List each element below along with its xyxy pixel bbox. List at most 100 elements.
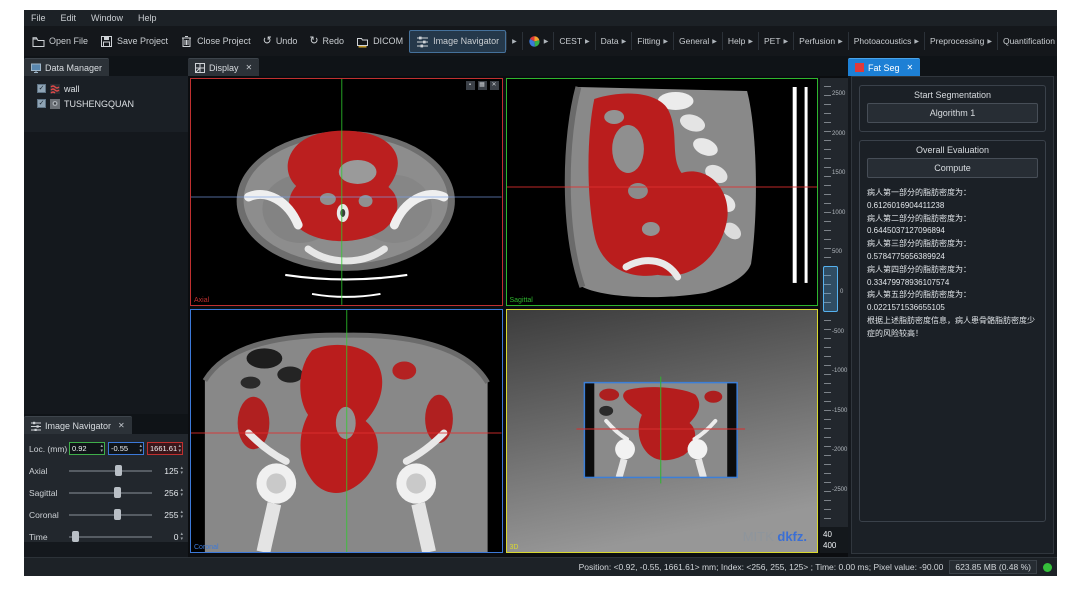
coronal-slider-value: 255 bbox=[156, 510, 178, 520]
scale-label: 2000 bbox=[832, 131, 845, 137]
visibility-checkbox[interactable]: ✓ bbox=[37, 84, 46, 93]
menu-edit[interactable]: Edit bbox=[61, 13, 77, 23]
image-navigator-body: Loc. (mm) 0.92 ▴▾ -0.55 ▴▾ 1661.61 ▴▾ bbox=[24, 434, 188, 542]
level-window-values: 40 400 bbox=[820, 527, 848, 553]
algorithm-1-button[interactable]: Algorithm 1 bbox=[867, 103, 1038, 123]
dicom-button[interactable]: DICOM bbox=[350, 31, 409, 52]
close-project-icon bbox=[180, 35, 193, 48]
menu-data[interactable]: Data▶ bbox=[595, 32, 632, 50]
tree-item-label: TUSHENGQUAN bbox=[64, 99, 134, 109]
compute-button[interactable]: Compute bbox=[867, 158, 1038, 178]
menu-file[interactable]: File bbox=[31, 13, 46, 23]
statusbar: Position: <0.92, -0.55, 1661.61> mm; Ind… bbox=[24, 557, 1057, 576]
loc-x-spinbox[interactable]: 0.92 ▴▾ bbox=[69, 442, 105, 455]
visibility-checkbox[interactable]: ✓ bbox=[37, 99, 46, 108]
redo-button[interactable]: ↻ Redo bbox=[303, 31, 350, 52]
close-project-button[interactable]: Close Project bbox=[174, 31, 257, 52]
sagittal-slider[interactable] bbox=[69, 486, 152, 499]
spinner-arrows[interactable]: ▴▾ bbox=[180, 510, 183, 520]
display-tab-label: Display bbox=[209, 63, 239, 73]
toolbar: Open File Save Project Close Project ↺ U… bbox=[24, 26, 1057, 56]
undo-button[interactable]: ↺ Undo bbox=[257, 31, 304, 52]
dicom-label: DICOM bbox=[373, 36, 403, 46]
spinner-arrows[interactable]: ▴▾ bbox=[180, 488, 183, 498]
close-project-label: Close Project bbox=[197, 36, 251, 46]
menu-perfusion[interactable]: Perfusion▶ bbox=[793, 32, 848, 50]
pin-icon[interactable]: ▪ bbox=[466, 81, 475, 90]
layout-menu-icon[interactable]: ▦ bbox=[478, 81, 487, 90]
result-line: 病人第一部分的脂肪密度为：0.6126016904411238 bbox=[867, 187, 1038, 213]
chevron-right-icon: ▶ bbox=[914, 38, 919, 45]
undo-icon: ↺ bbox=[263, 35, 272, 48]
menu-preprocessing[interactable]: Preprocessing▶ bbox=[924, 32, 997, 50]
image-navigator-tab-label: Image Navigator bbox=[45, 421, 111, 431]
menu-pet[interactable]: PET▶ bbox=[758, 32, 793, 50]
tab-fat-seg[interactable]: Fat Seg ✕ bbox=[848, 58, 920, 76]
axial-viewport[interactable]: ▪ ▦ ✕ Axial bbox=[190, 78, 503, 306]
level-window-handle[interactable] bbox=[823, 266, 838, 312]
time-slider[interactable] bbox=[69, 530, 152, 543]
scale-label: 2500 bbox=[832, 91, 845, 97]
data-manager-tree: ✓ wall ✓ TUSHENGQUAN bbox=[24, 76, 188, 132]
slider-handle[interactable] bbox=[115, 465, 122, 476]
close-icon[interactable]: ✕ bbox=[246, 63, 253, 72]
slider-handle[interactable] bbox=[114, 487, 121, 498]
open-file-button[interactable]: Open File bbox=[26, 31, 94, 52]
level-window-slider[interactable]: 2500 2000 1500 1000 500 0 -500 -1000 -15… bbox=[820, 78, 848, 553]
chevron-right-icon: ▶ bbox=[622, 38, 627, 45]
sagittal-view-label: Sagittal bbox=[510, 297, 533, 304]
chevron-right-icon: ▶ bbox=[544, 38, 549, 45]
overall-evaluation-group: Overall Evaluation Compute 病人第一部分的脂肪密度为：… bbox=[859, 140, 1046, 522]
fullscreen-icon[interactable]: ✕ bbox=[490, 81, 499, 90]
menu-fitting[interactable]: Fitting▶ bbox=[631, 32, 673, 50]
tab-data-manager[interactable]: Data Manager bbox=[24, 58, 109, 76]
slider-handle[interactable] bbox=[114, 509, 121, 520]
spinner-arrows[interactable]: ▴▾ bbox=[180, 466, 183, 476]
menu-general[interactable]: General▶ bbox=[673, 32, 722, 50]
fat-seg-tab-label: Fat Seg bbox=[868, 63, 900, 73]
coronal-slider-label: Coronal bbox=[29, 510, 69, 520]
menu-cest[interactable]: CEST▶ bbox=[553, 32, 594, 50]
toolbar-extension-button[interactable]: ▶ bbox=[506, 32, 522, 50]
save-project-button[interactable]: Save Project bbox=[94, 31, 174, 52]
coronal-viewport[interactable]: Coronal bbox=[190, 309, 503, 553]
color-wheel-icon bbox=[528, 35, 541, 48]
display-tabbar: Display ✕ bbox=[188, 56, 848, 76]
axial-view-label: Axial bbox=[194, 297, 209, 304]
sagittal-viewport[interactable]: Sagittal bbox=[506, 78, 819, 306]
tree-item-wall[interactable]: ✓ wall bbox=[24, 81, 188, 96]
spinner-arrows[interactable]: ▴▾ bbox=[139, 444, 143, 454]
tab-display[interactable]: Display ✕ bbox=[188, 58, 259, 76]
open-file-label: Open File bbox=[49, 36, 88, 46]
axial-slider[interactable] bbox=[69, 464, 152, 477]
coronal-slider[interactable] bbox=[69, 508, 152, 521]
memory-usage-text: 623.85 MB (0.48 %) bbox=[949, 560, 1037, 574]
scale-label: 0 bbox=[840, 289, 843, 295]
threed-viewport[interactable]: MITK dkfz. 3D bbox=[506, 309, 819, 553]
scale-label: -2500 bbox=[832, 487, 847, 493]
image-navigator-button[interactable]: Image Navigator bbox=[409, 30, 506, 53]
menu-window[interactable]: Window bbox=[91, 13, 123, 23]
open-folder-icon bbox=[32, 35, 45, 48]
view-category-color-button[interactable]: ▶ bbox=[522, 32, 554, 50]
close-icon[interactable]: ✕ bbox=[907, 63, 914, 72]
evaluation-results: 病人第一部分的脂肪密度为：0.6126016904411238 病人第二部分的脂… bbox=[867, 187, 1038, 341]
tab-image-navigator[interactable]: Image Navigator ✕ bbox=[24, 416, 132, 434]
menu-help[interactable]: Help bbox=[138, 13, 157, 23]
spinner-arrows[interactable]: ▴▾ bbox=[100, 444, 104, 454]
image-navigator-icon bbox=[416, 35, 429, 48]
menu-photoacoustics[interactable]: Photoacoustics▶ bbox=[848, 32, 924, 50]
spinner-arrows[interactable]: ▴▾ bbox=[178, 444, 182, 454]
memory-status-icon[interactable] bbox=[1043, 563, 1052, 572]
loc-y-spinbox[interactable]: -0.55 ▴▾ bbox=[108, 442, 144, 455]
close-icon[interactable]: ✕ bbox=[118, 421, 125, 430]
tree-item-tushengquan[interactable]: ✓ TUSHENGQUAN bbox=[24, 96, 188, 111]
spinner-arrows[interactable]: ▴▾ bbox=[180, 532, 183, 542]
chevron-right-icon: ▶ bbox=[987, 38, 992, 45]
fat-seg-icon bbox=[855, 63, 864, 72]
menu-quantification[interactable]: Quantification▶ bbox=[997, 32, 1057, 50]
slider-handle[interactable] bbox=[72, 531, 79, 542]
coronal-view-label: Coronal bbox=[194, 544, 219, 551]
menu-help[interactable]: Help▶ bbox=[722, 32, 758, 50]
loc-z-spinbox[interactable]: 1661.61 ▴▾ bbox=[147, 442, 183, 455]
